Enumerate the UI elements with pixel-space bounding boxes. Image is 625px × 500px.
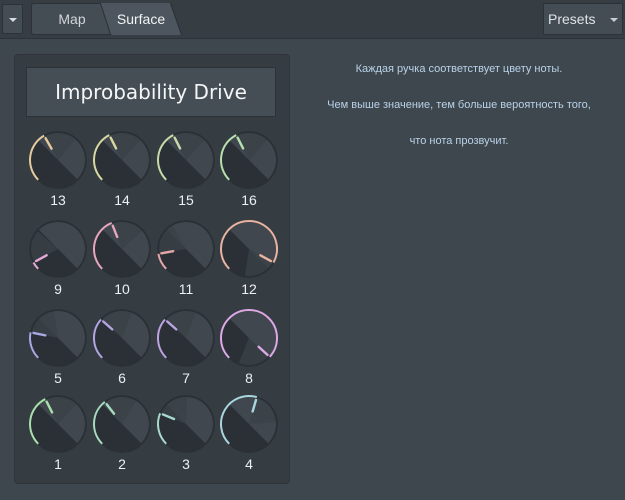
knob-2[interactable]: 2 <box>91 393 153 477</box>
knob-dial[interactable] <box>155 393 217 455</box>
info-line-1: Каждая ручка соответствует цвету ноты. <box>355 63 563 75</box>
knob-dial[interactable] <box>218 129 280 191</box>
presets-label: Presets <box>548 11 596 27</box>
knob-label: 11 <box>178 281 194 297</box>
knob-dial[interactable] <box>218 393 280 455</box>
knob-dial[interactable] <box>27 307 89 369</box>
knob-4[interactable]: 4 <box>218 393 280 477</box>
knob-6[interactable]: 6 <box>91 307 153 391</box>
knob-dial[interactable] <box>27 393 89 455</box>
knob-label: 10 <box>114 281 130 297</box>
knob-dial[interactable] <box>91 218 153 280</box>
knob-dial[interactable] <box>27 218 89 280</box>
chevron-down-icon <box>610 18 618 22</box>
knob-dial[interactable] <box>91 393 153 455</box>
knob-label: 7 <box>182 370 190 386</box>
knob-dial[interactable] <box>155 307 217 369</box>
knob-14[interactable]: 14 <box>91 129 153 213</box>
tab-surface[interactable]: Surface <box>101 3 181 35</box>
knob-5[interactable]: 5 <box>27 307 89 391</box>
improbability-panel: Improbability Drive 13 14 15 16 9 10 11 12 5 6 7 8 1… <box>15 55 289 483</box>
knob-9[interactable]: 9 <box>27 218 89 302</box>
knob-1[interactable]: 1 <box>27 393 89 477</box>
panel-title: Improbability Drive <box>26 67 276 117</box>
knob-10[interactable]: 10 <box>91 218 153 302</box>
toolbar: Map Surface Presets <box>0 0 625 39</box>
menu-dropdown-button[interactable] <box>2 4 23 34</box>
knob-dial[interactable] <box>91 307 153 369</box>
knob-dial[interactable] <box>218 218 280 280</box>
knob-3[interactable]: 3 <box>155 393 217 477</box>
knob-dial[interactable] <box>27 129 89 191</box>
info-line-2: Чем выше значение, тем больше вероятност… <box>327 99 591 111</box>
knob-label: 12 <box>241 281 257 297</box>
knob-label: 4 <box>245 456 253 472</box>
knob-label: 13 <box>50 192 66 208</box>
presets-dropdown[interactable]: Presets <box>543 3 623 35</box>
knob-15[interactable]: 15 <box>155 129 217 213</box>
knob-label: 15 <box>178 192 194 208</box>
knob-11[interactable]: 11 <box>155 218 217 302</box>
knob-8[interactable]: 8 <box>218 307 280 391</box>
knob-dial[interactable] <box>218 307 280 369</box>
knob-dial[interactable] <box>155 218 217 280</box>
tab-surface-label: Surface <box>116 11 166 27</box>
knob-label: 14 <box>114 192 130 208</box>
knob-label: 1 <box>54 456 62 472</box>
knob-dial[interactable] <box>91 129 153 191</box>
knob-label: 8 <box>245 370 253 386</box>
knob-label: 9 <box>54 281 62 297</box>
knob-label: 2 <box>118 456 126 472</box>
knob-label: 5 <box>54 370 62 386</box>
knob-12[interactable]: 12 <box>218 218 280 302</box>
knob-13[interactable]: 13 <box>27 129 89 213</box>
tab-map-label: Map <box>58 11 86 27</box>
knob-16[interactable]: 16 <box>218 129 280 213</box>
chevron-down-icon <box>9 18 17 22</box>
knob-label: 6 <box>118 370 126 386</box>
knob-7[interactable]: 7 <box>155 307 217 391</box>
info-line-3: что нота прозвучит. <box>409 135 509 147</box>
knob-label: 3 <box>182 456 190 472</box>
knob-label: 16 <box>241 192 257 208</box>
knob-dial[interactable] <box>155 129 217 191</box>
